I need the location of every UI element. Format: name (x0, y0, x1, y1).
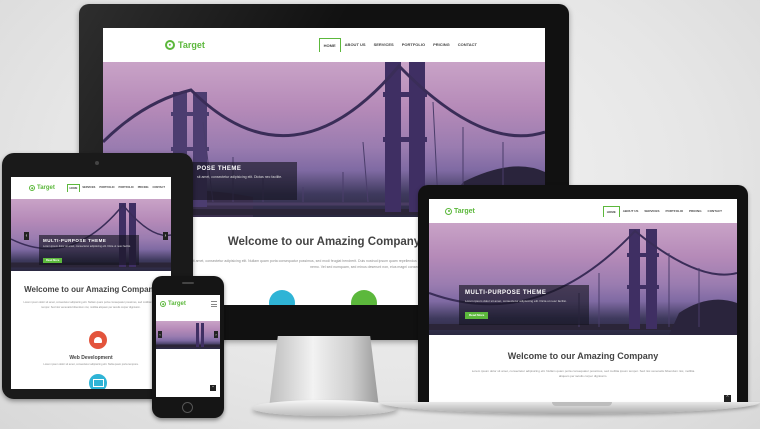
tablet-menu: HOME SERVICES PORTFOLIO PORTFOLIO PRICIN… (66, 184, 168, 192)
slider-next-arrow[interactable]: › (214, 331, 218, 338)
slider-prev-arrow[interactable]: ‹ (158, 331, 162, 338)
menu-pricing[interactable]: PRICING (686, 206, 705, 217)
hero-text: Lorem ipsum dolor sit amet, consectetur … (43, 245, 131, 248)
menu-pricing[interactable]: PRICING (136, 184, 151, 192)
tablet-hero-caption: MULTI-PURPOSE THEME Lorem ipsum dolor si… (39, 235, 139, 265)
service-icon-teal (89, 374, 107, 389)
laptop-welcome-text: Lorem ipsum dolor sit amet, consectetur … (471, 369, 695, 378)
tablet-welcome-text: Lorem ipsum dolor sit amet, consectetur … (23, 301, 159, 309)
desktop-navbar: Target HOME ABOUT US SERVICES PORTFOLIO … (103, 28, 545, 62)
tablet-screen: Target HOME SERVICES PORTFOLIO PORTFOLIO… (11, 177, 171, 389)
laptop-screen: Target HOME ABOUT US SERVICES PORTFOLIO … (429, 199, 737, 403)
logo-text: Target (37, 185, 55, 191)
menu-portfolio[interactable]: PORTFOLIO (398, 38, 429, 52)
phone-menu-toggle[interactable] (211, 300, 217, 307)
desktop-logo[interactable]: Target (165, 40, 205, 50)
menu-pricing[interactable]: PRICING (429, 38, 454, 52)
laptop-menu: HOME ABOUT US SERVICES PORTFOLIO PRICING… (602, 205, 725, 217)
hamburger-icon (211, 301, 217, 303)
slider-next-arrow[interactable]: › (163, 232, 168, 240)
bridge-illustration (156, 323, 220, 348)
menu-services[interactable]: SERVICES (370, 38, 398, 52)
hero-title: POSE THEME (197, 166, 242, 172)
scroll-top-button[interactable]: ⌃ (724, 395, 731, 402)
hamburger-icon-line (211, 305, 217, 307)
logo-text: Target (168, 301, 186, 307)
service-label: Web Development (69, 355, 113, 361)
service-icon-green (351, 290, 377, 305)
hamburger-icon-line (211, 303, 217, 305)
service-text: Lorem ipsum dolor sit amet, consectetur … (43, 363, 139, 366)
phone-hero: ‹ › (156, 321, 220, 349)
laptop-hero-caption: MULTI-PURPOSE THEME Lorem ipsum dolor si… (459, 285, 589, 325)
logo-icon (29, 185, 35, 191)
service-cloud-icon (94, 337, 102, 343)
menu-contact[interactable]: CONTACT (454, 38, 481, 52)
logo-text: Target (178, 40, 205, 50)
service-icon-teal (269, 290, 295, 305)
phone-speaker (182, 282, 194, 284)
read-more-button[interactable]: Read More (43, 258, 63, 263)
hero-text: Lorem ipsum dolor sit amet, consectetur … (465, 299, 567, 303)
menu-home[interactable]: HOME (602, 205, 620, 217)
menu-services[interactable]: SERVICES (641, 206, 662, 217)
laptop-notch (552, 402, 612, 406)
logo-icon (165, 40, 175, 50)
slider-prev-arrow[interactable]: ‹ (24, 232, 29, 240)
laptop-navbar: Target HOME ABOUT US SERVICES PORTFOLIO … (429, 199, 737, 223)
hero-text: sit amet, consectetur adipisicing elit. … (197, 175, 283, 179)
laptop-welcome-heading: Welcome to our Amazing Company (507, 351, 659, 361)
read-more-button[interactable]: Read More (465, 311, 489, 319)
menu-home[interactable]: HOME (66, 184, 81, 192)
desktop-menu: HOME ABOUT US SERVICES PORTFOLIO PRICING… (318, 38, 481, 52)
phone-device: Target ‹ › ⌃ (152, 276, 224, 418)
phone-home-button[interactable] (182, 402, 193, 413)
menu-contact[interactable]: CONTACT (705, 206, 725, 217)
monitor-base (252, 400, 398, 416)
service-monitor-icon (93, 379, 104, 387)
tablet-hero: MULTI-PURPOSE THEME Lorem ipsum dolor si… (11, 199, 171, 271)
menu-about[interactable]: ABOUT US (341, 38, 370, 52)
desktop-hero-caption: POSE THEME sit amet, consectetur adipisi… (191, 162, 297, 200)
menu-portfolio[interactable]: PORTFOLIO (97, 184, 116, 192)
laptop-hero: MULTI-PURPOSE THEME Lorem ipsum dolor si… (429, 223, 737, 335)
tablet-welcome-heading: Welcome to our Amazing Company (24, 285, 158, 294)
service-icon-red (89, 331, 107, 349)
tablet-logo[interactable]: Target (29, 185, 55, 191)
scroll-top-button[interactable]: ⌃ (210, 385, 216, 391)
tablet-navbar: Target HOME SERVICES PORTFOLIO PORTFOLIO… (11, 177, 171, 199)
logo-icon (445, 207, 452, 215)
logo-icon (160, 301, 166, 307)
menu-services[interactable]: SERVICES (80, 184, 97, 192)
menu-home[interactable]: HOME (318, 38, 341, 52)
phone-logo[interactable]: Target (160, 301, 186, 307)
menu-about[interactable]: ABOUT US (620, 206, 642, 217)
tablet-camera (95, 161, 99, 165)
laptop-device: Target HOME ABOUT US SERVICES PORTFOLIO … (418, 185, 748, 403)
logo-text: Target (454, 207, 475, 215)
hero-title: MULTI-PURPOSE THEME (43, 238, 107, 243)
menu-portfolio-2[interactable]: PORTFOLIO (117, 184, 136, 192)
hero-title: MULTI-PURPOSE THEME (465, 290, 547, 296)
phone-navbar: Target (156, 295, 220, 313)
menu-portfolio[interactable]: PORTFOLIO (663, 206, 687, 217)
monitor-neck (269, 336, 379, 408)
laptop-logo[interactable]: Target (445, 207, 475, 215)
phone-screen: Target ‹ › ⌃ (156, 295, 220, 397)
menu-contact[interactable]: CONTACT (151, 184, 168, 192)
